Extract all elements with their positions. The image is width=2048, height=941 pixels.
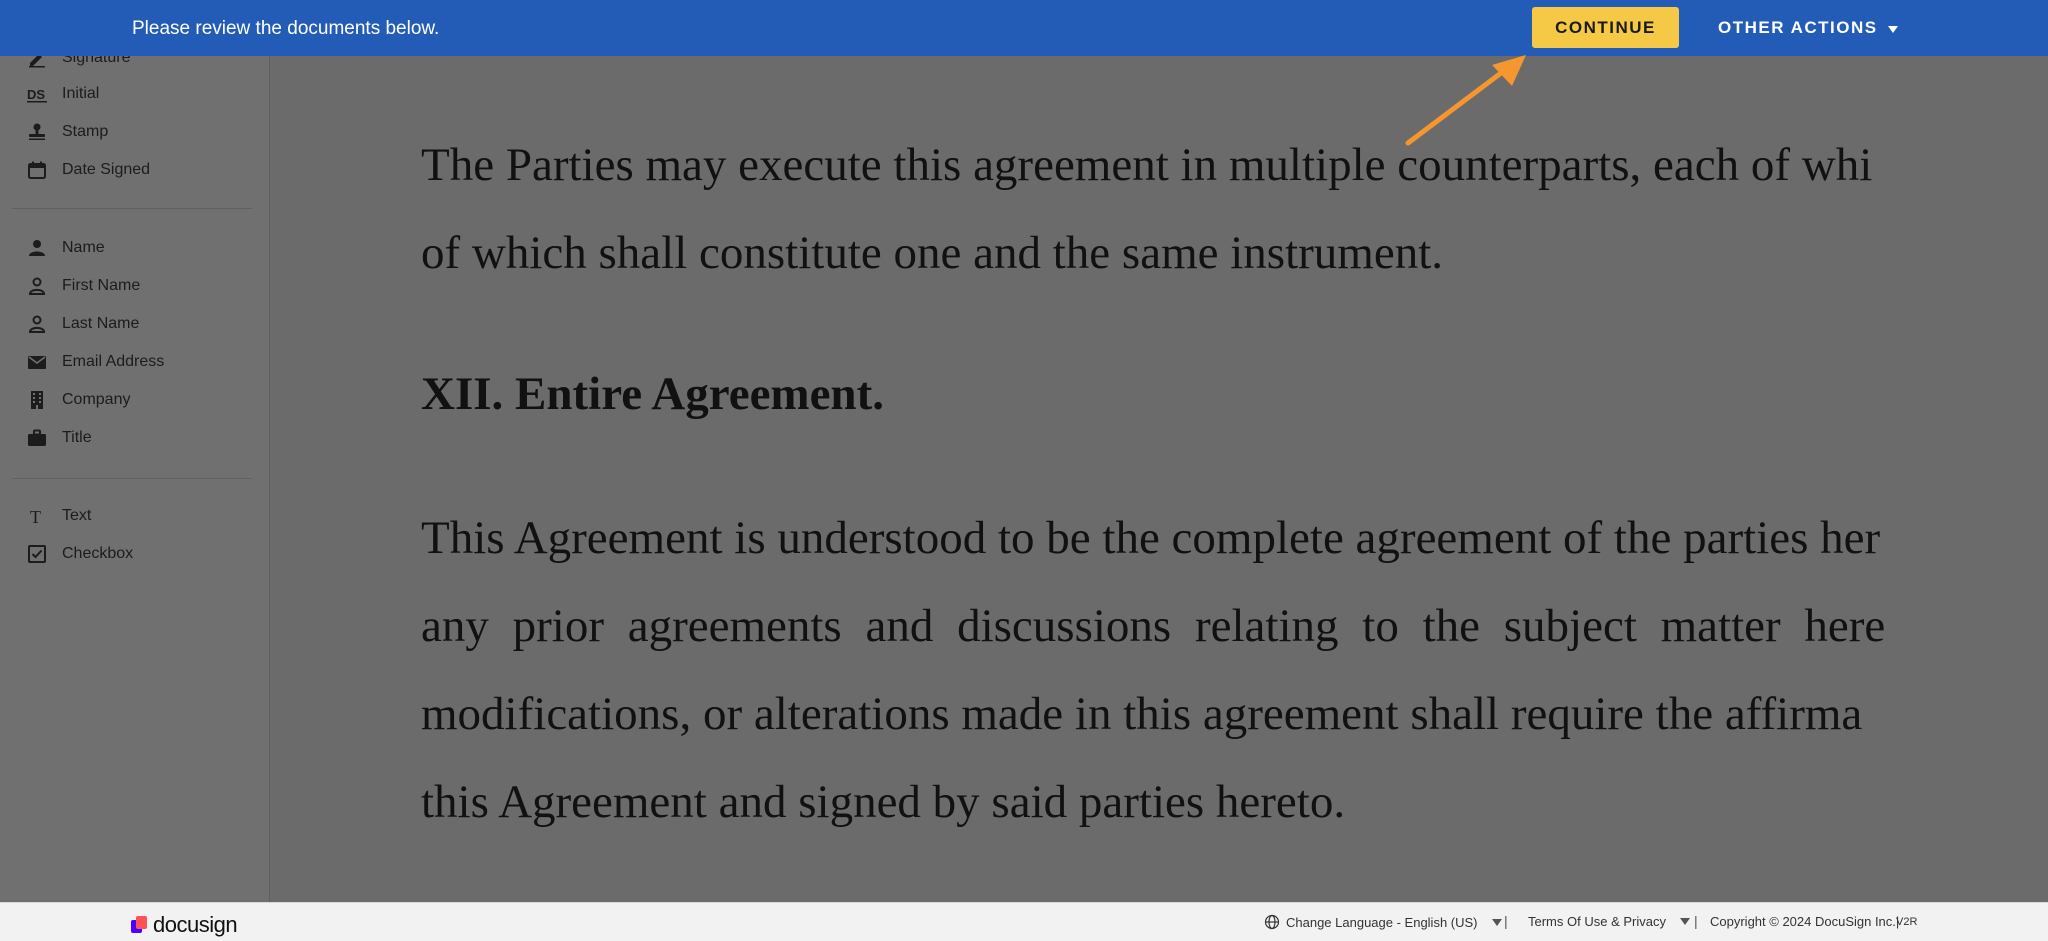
field-stamp[interactable]: Stamp — [26, 118, 108, 146]
field-checkbox[interactable]: Checkbox — [26, 540, 133, 568]
briefcase-icon — [26, 427, 48, 449]
field-label: Date Signed — [62, 161, 151, 178]
field-label: Email Address — [62, 353, 165, 370]
field-label: Title — [62, 429, 92, 446]
field-initial[interactable]: DS Initial — [26, 80, 99, 108]
field-label: Name — [62, 239, 105, 256]
globe-icon — [1264, 914, 1280, 930]
field-email-address[interactable]: Email Address — [26, 348, 164, 376]
doc-line: modifications, or alterations made in th… — [421, 688, 1863, 740]
person-outline-icon — [26, 313, 48, 335]
doc-line: this Agreement and signed by said partie… — [421, 776, 1346, 828]
field-date-signed[interactable]: Date Signed — [26, 156, 150, 184]
field-label: Signature — [62, 56, 131, 66]
document-viewer: The Parties may execute this agreement i… — [271, 56, 2048, 902]
field-last-name[interactable]: Last Name — [26, 310, 139, 338]
person-icon — [26, 237, 48, 259]
field-label: Initial — [62, 85, 100, 102]
building-icon — [26, 389, 48, 411]
text-icon: T — [26, 505, 48, 527]
language-label: Change Language - English (US) — [1286, 914, 1478, 930]
sidebar-divider — [12, 208, 252, 209]
continue-button[interactable]: CONTINUE — [1532, 7, 1679, 48]
field-label: Last Name — [62, 315, 140, 332]
doc-line: This Agreement is understood to be the c… — [421, 512, 1881, 564]
pen-icon — [26, 56, 48, 69]
stamp-icon — [26, 121, 48, 143]
envelope-icon — [26, 351, 48, 373]
copyright-text: Copyright © 2024 DocuSign Inc.| — [1710, 914, 1900, 929]
version-text: V2R — [1896, 916, 1918, 928]
terms-privacy-dropdown[interactable]: Terms Of Use & Privacy — [1528, 914, 1690, 929]
field-first-name[interactable]: First Name — [26, 272, 140, 300]
calendar-icon — [26, 159, 48, 181]
person-outline-icon — [26, 275, 48, 297]
logo-mark-icon — [131, 916, 149, 934]
logo-text: docusign — [153, 912, 238, 937]
top-banner: Please review the documents below. CONTI… — [0, 0, 2048, 56]
field-company[interactable]: Company — [26, 386, 130, 414]
footer-separator: | — [1694, 913, 1698, 929]
terms-label: Terms Of Use & Privacy — [1528, 914, 1666, 929]
change-language-dropdown[interactable]: Change Language - English (US) — [1264, 914, 1502, 930]
doc-line: The Parties may execute this agreement i… — [421, 139, 1873, 191]
field-label: Company — [62, 391, 131, 408]
caret-down-icon — [1887, 25, 1898, 33]
ds-icon: DS — [26, 83, 48, 105]
svg-text:T: T — [30, 507, 41, 526]
review-message: Please review the documents below. — [132, 18, 440, 39]
svg-text:DS: DS — [27, 87, 45, 102]
field-label: Checkbox — [62, 545, 134, 562]
docusign-logo: docusign — [131, 912, 238, 938]
field-title[interactable]: Title — [26, 424, 92, 452]
caret-down-icon — [1679, 918, 1690, 925]
footer-separator: | — [1504, 913, 1508, 929]
field-label: Stamp — [62, 123, 109, 140]
sidebar-divider — [12, 478, 252, 479]
doc-line: of which shall constitute one and the sa… — [421, 227, 1444, 279]
field-label: First Name — [62, 277, 141, 294]
field-name[interactable]: Name — [26, 234, 105, 262]
section-heading: XII. Entire Agreement. — [421, 368, 884, 420]
fields-sidebar: Signature DS Initial Stamp Date Signed N… — [0, 56, 270, 902]
checkbox-icon — [26, 543, 48, 565]
other-actions-label: OTHER ACTIONS — [1718, 18, 1878, 37]
field-signature[interactable]: Signature — [26, 56, 131, 72]
field-text[interactable]: T Text — [26, 502, 91, 530]
caret-down-icon — [1491, 918, 1502, 926]
other-actions-button[interactable]: OTHER ACTIONS — [1718, 8, 1898, 48]
footer: docusign Change Language - English (US) … — [0, 902, 2048, 941]
field-label: Text — [62, 507, 92, 524]
doc-line: any prior agreements and discussions rel… — [421, 600, 1886, 652]
